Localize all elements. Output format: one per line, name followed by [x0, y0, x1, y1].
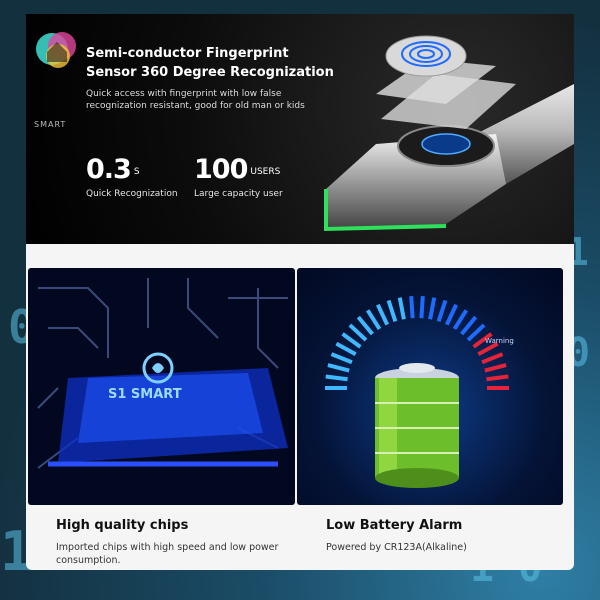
battery-caption-description: Powered by CR123A(Alkaline) [326, 542, 467, 553]
gauge-segment [386, 299, 398, 323]
chip-image-panel: S1 SMART [28, 268, 295, 505]
stat-label: Large capacity user [194, 189, 283, 199]
gauge-segment [452, 309, 468, 330]
stat-value: 0.3 [86, 154, 132, 185]
gauge-segment [444, 303, 458, 326]
brand-logo [36, 32, 76, 68]
fingerprint-hero-banner: SMART Semi-conductor Fingerprint Sensor … [26, 14, 574, 244]
battery-caption-title: Low Battery Alarm [326, 518, 463, 533]
brand-logo-text: SMART [34, 120, 67, 129]
gauge-segment [366, 309, 382, 330]
gauge-segment [376, 303, 390, 326]
caption-line: consumption. [56, 555, 121, 566]
gauge-segment [486, 374, 509, 382]
gauge-segment [335, 341, 357, 357]
gauge-segment [436, 299, 448, 323]
stat-unit: S [133, 167, 140, 177]
stat-value: 100 [194, 154, 248, 185]
gauge-segment [477, 341, 499, 357]
gauge-segment [341, 332, 362, 349]
gauge-segment [428, 297, 437, 320]
chips-caption-description: Imported chips with high speed and low p… [56, 541, 286, 567]
stat-unit: USERS [250, 167, 281, 177]
stat-label: Quick Recognization [86, 189, 178, 199]
battery-gauge-illustration: Warning [325, 296, 514, 488]
gauge-segment [466, 323, 486, 342]
gauge-segment [330, 352, 353, 365]
caption-line: Imported chips with high speed and low p… [56, 542, 279, 553]
gauge-segment [409, 296, 415, 319]
hero-desc-line: recognization resistant, good for old ma… [86, 101, 305, 111]
hero-description: Quick access with fingerprint with low f… [86, 88, 326, 112]
hero-title-line: Semi-conductor Fingerprint [86, 46, 289, 61]
gauge-segment [419, 296, 425, 319]
gauge-segment [481, 352, 504, 365]
warning-label: Warning [485, 337, 514, 345]
hero-title: Semi-conductor Fingerprint Sensor 360 De… [86, 44, 346, 82]
user-capacity-stat: 100 USERS Large capacity user [194, 154, 283, 199]
recognition-speed-stat: 0.3 S Quick Recognization [86, 154, 178, 199]
circuit-chip-illustration: S1 SMART [37, 278, 288, 469]
battery-image-panel: Warning [297, 268, 563, 505]
gauge-segment [327, 363, 350, 373]
gauge-segment [348, 323, 368, 342]
chips-caption-title: High quality chips [56, 518, 189, 533]
gauge-segment [460, 315, 478, 336]
gauge-segment [325, 374, 348, 382]
gauge-segment [484, 363, 507, 373]
gauge-segment [397, 297, 406, 320]
gauge-segment [356, 315, 374, 336]
chip-label: S1 SMART [108, 387, 182, 402]
hero-title-line: Sensor 360 Degree Recognization [86, 65, 334, 80]
hero-desc-line: Quick access with fingerprint with low f… [86, 89, 282, 99]
